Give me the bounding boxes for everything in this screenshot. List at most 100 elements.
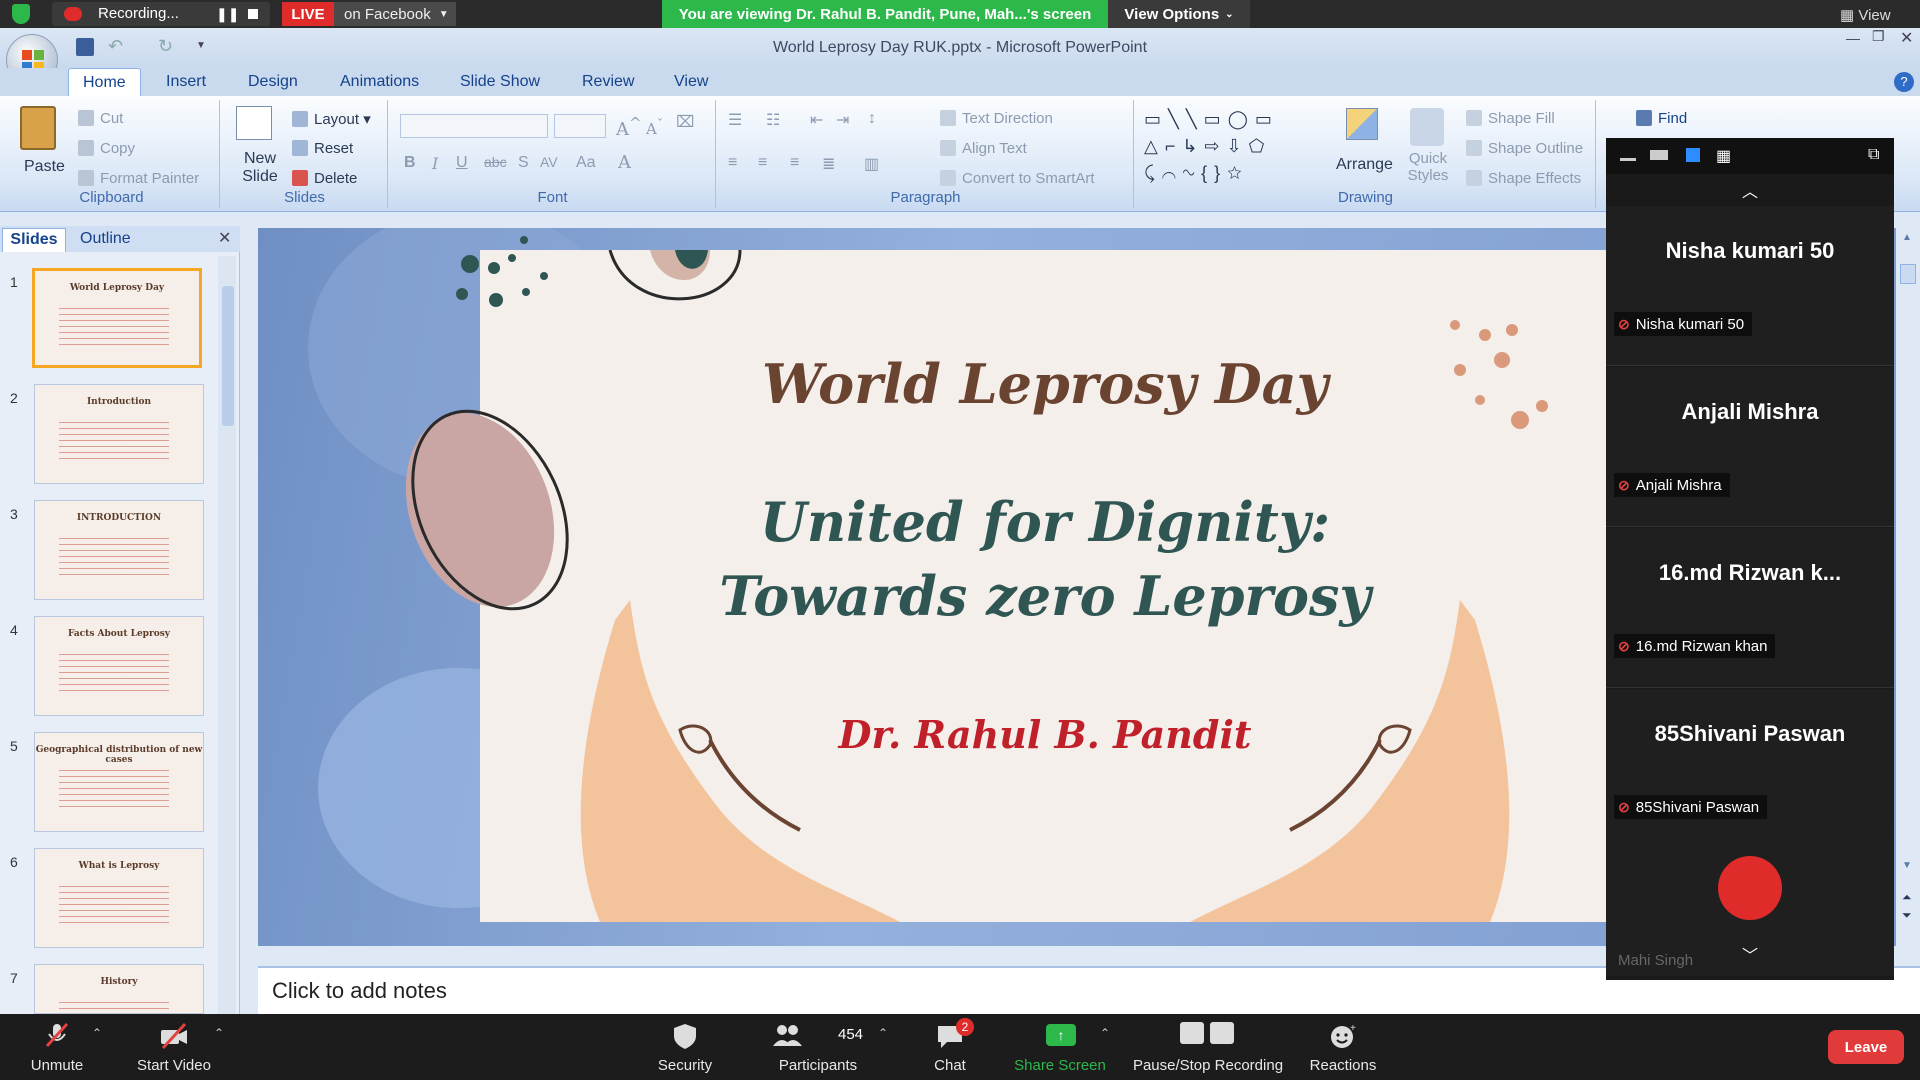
align-right-icon[interactable]: ≡ xyxy=(790,154,799,172)
shape-fill-button[interactable]: Shape Fill xyxy=(1466,110,1555,127)
previous-slide-icon[interactable]: ⏶ xyxy=(1902,890,1912,905)
copy-button[interactable]: Copy xyxy=(78,140,135,157)
shrink-font-icon[interactable]: Aˇ xyxy=(646,116,663,138)
underline-icon[interactable]: U xyxy=(456,154,468,172)
align-center-icon[interactable]: ≡ xyxy=(758,154,767,172)
shape-outline-button[interactable]: Shape Outline xyxy=(1466,140,1583,157)
view-button[interactable]: ▦ View xyxy=(1840,6,1891,24)
tab-slides[interactable]: Slides xyxy=(2,228,66,252)
scroll-up-chevron-icon[interactable]: ︿ xyxy=(1742,178,1758,202)
participant-tile[interactable]: Nisha kumari 50 ⊘ Nisha kumari 50 xyxy=(1606,206,1894,366)
notes-placeholder[interactable]: Click to add notes xyxy=(272,978,447,1004)
scroll-down-chevron-icon[interactable]: ﹀ xyxy=(1742,942,1758,966)
font-name-combo[interactable] xyxy=(400,114,548,138)
slide-title[interactable]: World Leprosy Day xyxy=(480,352,1610,416)
slide-subtitle-line2[interactable]: Towards zero Leprosy xyxy=(480,564,1610,628)
decrease-indent-icon[interactable]: ⇤ xyxy=(810,110,823,130)
strikethrough-icon[interactable]: abc xyxy=(484,154,507,170)
convert-smartart-button[interactable]: Convert to SmartArt xyxy=(940,170,1095,187)
tab-view[interactable]: View xyxy=(660,68,722,96)
align-left-icon[interactable]: ≡ xyxy=(728,154,737,172)
cut-button[interactable]: Cut xyxy=(78,110,123,127)
justify-icon[interactable]: ≣ xyxy=(822,154,835,174)
clear-formatting-icon[interactable]: ⌧ xyxy=(676,112,694,132)
view-options-button[interactable]: View Options ⌄ xyxy=(1108,0,1250,28)
slide-subtitle-line1[interactable]: United for Dignity: xyxy=(480,490,1610,554)
pop-out-icon[interactable]: ⧉ xyxy=(1868,146,1879,164)
slide-thumbnail[interactable]: History xyxy=(34,964,204,1014)
share-options-caret-icon[interactable]: ⌃ xyxy=(1100,1026,1110,1040)
tab-outline[interactable]: Outline xyxy=(80,230,131,248)
stop-recording-button[interactable] xyxy=(248,9,258,19)
share-screen-button[interactable]: ↑ Share Screen xyxy=(1010,1014,1110,1080)
slide-author[interactable]: Dr. Rahul B. Pandit xyxy=(480,712,1610,757)
pause-recording-button[interactable]: ❚❚ xyxy=(216,6,239,23)
audio-options-caret-icon[interactable]: ⌃ xyxy=(92,1026,102,1040)
unmute-button[interactable]: Unmute xyxy=(14,1014,100,1080)
bold-icon[interactable]: B xyxy=(404,154,416,172)
reset-button[interactable]: Reset xyxy=(292,140,353,157)
tab-slide-show[interactable]: Slide Show xyxy=(446,68,554,96)
new-slide-button[interactable]: New Slide xyxy=(228,104,284,188)
start-video-button[interactable]: Start Video xyxy=(126,1014,222,1080)
slide-thumbnail[interactable]: Introduction xyxy=(34,384,204,484)
slide-vertical-scrollbar[interactable]: ▲ ▼ ⏶ ⏷ xyxy=(1896,228,1920,928)
customize-qat-icon[interactable]: ▼ xyxy=(196,40,206,51)
layout-button[interactable]: Layout ▾ xyxy=(292,110,371,128)
italic-icon[interactable]: I xyxy=(432,154,438,173)
delete-button[interactable]: Delete xyxy=(292,170,357,187)
shadow-icon[interactable]: S xyxy=(518,154,529,172)
quick-styles-button[interactable]: Quick Styles xyxy=(1398,104,1458,188)
participant-tile[interactable]: Anjali Mishra ⊘ Anjali Mishra xyxy=(1606,367,1894,527)
participants-caret-icon[interactable]: ⌃ xyxy=(878,1026,888,1040)
undo-icon[interactable]: ↶ xyxy=(108,36,123,57)
slide-thumbnail[interactable]: INTRODUCTION xyxy=(34,500,204,600)
shape-effects-button[interactable]: Shape Effects xyxy=(1466,170,1581,187)
grow-font-icon[interactable]: A^ xyxy=(616,114,642,140)
numbering-icon[interactable]: ☷ xyxy=(766,110,780,130)
gallery-view-icon[interactable]: ▦ xyxy=(1716,146,1731,166)
chat-button[interactable]: 2 Chat xyxy=(910,1014,990,1080)
tab-review[interactable]: Review xyxy=(568,68,648,96)
slides-pane-scroll-thumb[interactable] xyxy=(222,286,234,426)
save-icon[interactable] xyxy=(76,38,94,56)
columns-icon[interactable]: ▥ xyxy=(864,154,879,174)
scroll-down-icon[interactable]: ▼ xyxy=(1902,860,1912,871)
arrange-button[interactable]: Arrange xyxy=(1336,104,1393,188)
minimize-window-button[interactable]: — xyxy=(1846,30,1860,46)
shapes-gallery[interactable]: ▭╲╲▭◯▭ △⌐↳⇨⇩⬠ ⤹⌒∿{}☆ xyxy=(1144,106,1324,186)
reactions-button[interactable]: + Reactions xyxy=(1298,1014,1388,1080)
slide-thumbnail[interactable]: Geographical distribution of new cases xyxy=(34,732,204,832)
next-slide-icon[interactable]: ⏷ xyxy=(1902,908,1912,923)
slide-thumbnail[interactable]: World Leprosy Day xyxy=(32,268,202,368)
redo-icon[interactable]: ↻ xyxy=(158,36,173,57)
restore-window-button[interactable]: ❐ xyxy=(1872,28,1885,45)
minimize-panel-icon[interactable] xyxy=(1620,158,1636,161)
scroll-up-icon[interactable]: ▲ xyxy=(1902,232,1912,243)
main-slide[interactable]: World Leprosy Day United for Dignity: To… xyxy=(480,250,1610,922)
line-spacing-icon[interactable]: ↕ xyxy=(868,110,876,128)
find-button[interactable]: Find xyxy=(1636,110,1687,127)
participant-tile[interactable]: 85Shivani Paswan ⊘ 85Shivani Paswan xyxy=(1606,689,1894,849)
font-size-combo[interactable] xyxy=(554,114,606,138)
help-icon[interactable]: ? xyxy=(1894,72,1914,92)
character-spacing-icon[interactable]: AV xyxy=(540,154,558,170)
align-text-button[interactable]: Align Text xyxy=(940,140,1027,157)
close-window-button[interactable]: ✕ xyxy=(1900,28,1913,48)
scroll-thumb[interactable] xyxy=(1900,264,1916,284)
close-icon[interactable]: ✕ xyxy=(218,228,231,248)
slide-thumbnail[interactable]: Facts About Leprosy xyxy=(34,616,204,716)
tab-animations[interactable]: Animations xyxy=(326,68,433,96)
text-direction-button[interactable]: Text Direction xyxy=(940,110,1053,127)
increase-indent-icon[interactable]: ⇥ xyxy=(836,110,849,130)
slide-thumbnail[interactable]: What is Leprosy xyxy=(34,848,204,948)
speaker-view-icon[interactable] xyxy=(1650,150,1668,160)
live-destination-dropdown[interactable]: on Facebook ▼ xyxy=(334,2,456,26)
format-painter-button[interactable]: Format Painter xyxy=(78,170,199,187)
video-options-caret-icon[interactable]: ⌃ xyxy=(214,1026,224,1040)
strip-view-icon[interactable] xyxy=(1686,148,1700,162)
change-case-icon[interactable]: Aa xyxy=(576,154,596,172)
tab-home[interactable]: Home xyxy=(68,68,141,96)
paste-button[interactable]: Paste xyxy=(12,104,68,188)
tab-design[interactable]: Design xyxy=(234,68,312,96)
